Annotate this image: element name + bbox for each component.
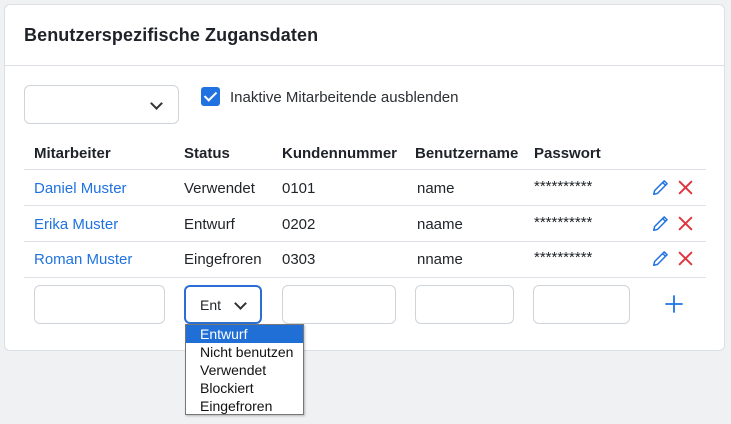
status-select-value: Ent: [200, 297, 222, 313]
password-cell: **********: [534, 249, 593, 266]
status-cell: Verwendet: [184, 180, 255, 197]
employee-filter-select[interactable]: [24, 85, 179, 124]
column-header-username: Benutzername: [415, 145, 519, 162]
new-password-input[interactable]: [533, 285, 630, 324]
new-customer-number-input[interactable]: [282, 285, 396, 324]
customer-number-cell: 0101: [282, 180, 316, 197]
status-cell: Entwurf: [184, 216, 235, 233]
status-dropdown-list: Entwurf Nicht benutzen Verwendet Blockie…: [185, 324, 304, 415]
password-cell: **********: [534, 214, 593, 231]
hide-inactive-checkbox[interactable]: [201, 87, 220, 106]
pencil-icon[interactable]: [652, 250, 669, 267]
plus-icon[interactable]: [664, 294, 684, 314]
column-header-customer-number: Kundennummer: [282, 145, 398, 162]
close-icon[interactable]: [677, 179, 694, 196]
pencil-icon[interactable]: [652, 215, 669, 232]
checkmark-icon: [203, 88, 218, 102]
password-cell: **********: [534, 178, 593, 195]
status-option-entwurf[interactable]: Entwurf: [186, 325, 303, 343]
username-cell: name: [417, 180, 455, 197]
pencil-icon[interactable]: [652, 179, 669, 196]
credentials-card: Benutzerspezifische Zugansdaten Inaktive…: [4, 4, 725, 415]
column-header-employee: Mitarbeiter: [34, 145, 111, 162]
status-option-blockiert[interactable]: Blockiert: [186, 379, 303, 397]
username-cell: naame: [417, 216, 463, 233]
customer-number-cell: 0303: [282, 251, 316, 268]
username-cell: nname: [417, 251, 463, 268]
table-divider: [24, 241, 706, 242]
table-divider: [24, 205, 706, 206]
employee-link[interactable]: Daniel Muster: [34, 180, 127, 197]
new-username-input[interactable]: [415, 285, 514, 324]
customer-number-cell: 0202: [282, 216, 316, 233]
hide-inactive-label[interactable]: Inaktive Mitarbeitende ausblenden: [230, 89, 459, 106]
card-header: Benutzerspezifische Zugansdaten: [5, 5, 724, 66]
new-employee-input[interactable]: [34, 285, 165, 324]
column-header-status: Status: [184, 145, 230, 162]
table-divider: [24, 277, 706, 278]
employee-link[interactable]: Erika Muster: [34, 216, 118, 233]
status-cell: Eingefroren: [184, 251, 262, 268]
chevron-down-icon: [150, 97, 163, 110]
column-header-password: Passwort: [534, 145, 601, 162]
employee-link[interactable]: Roman Muster: [34, 251, 132, 268]
page-title: Benutzerspezifische Zugansdaten: [24, 24, 319, 45]
status-option-verwendet[interactable]: Verwendet: [186, 361, 303, 379]
status-option-eingefroren[interactable]: Eingefroren: [186, 397, 303, 415]
new-status-select[interactable]: Ent: [184, 285, 262, 324]
close-icon[interactable]: [677, 250, 694, 267]
close-icon[interactable]: [677, 215, 694, 232]
chevron-down-icon: [234, 297, 247, 310]
table-divider: [24, 169, 706, 170]
status-option-nicht-benutzen[interactable]: Nicht benutzen: [186, 343, 303, 361]
